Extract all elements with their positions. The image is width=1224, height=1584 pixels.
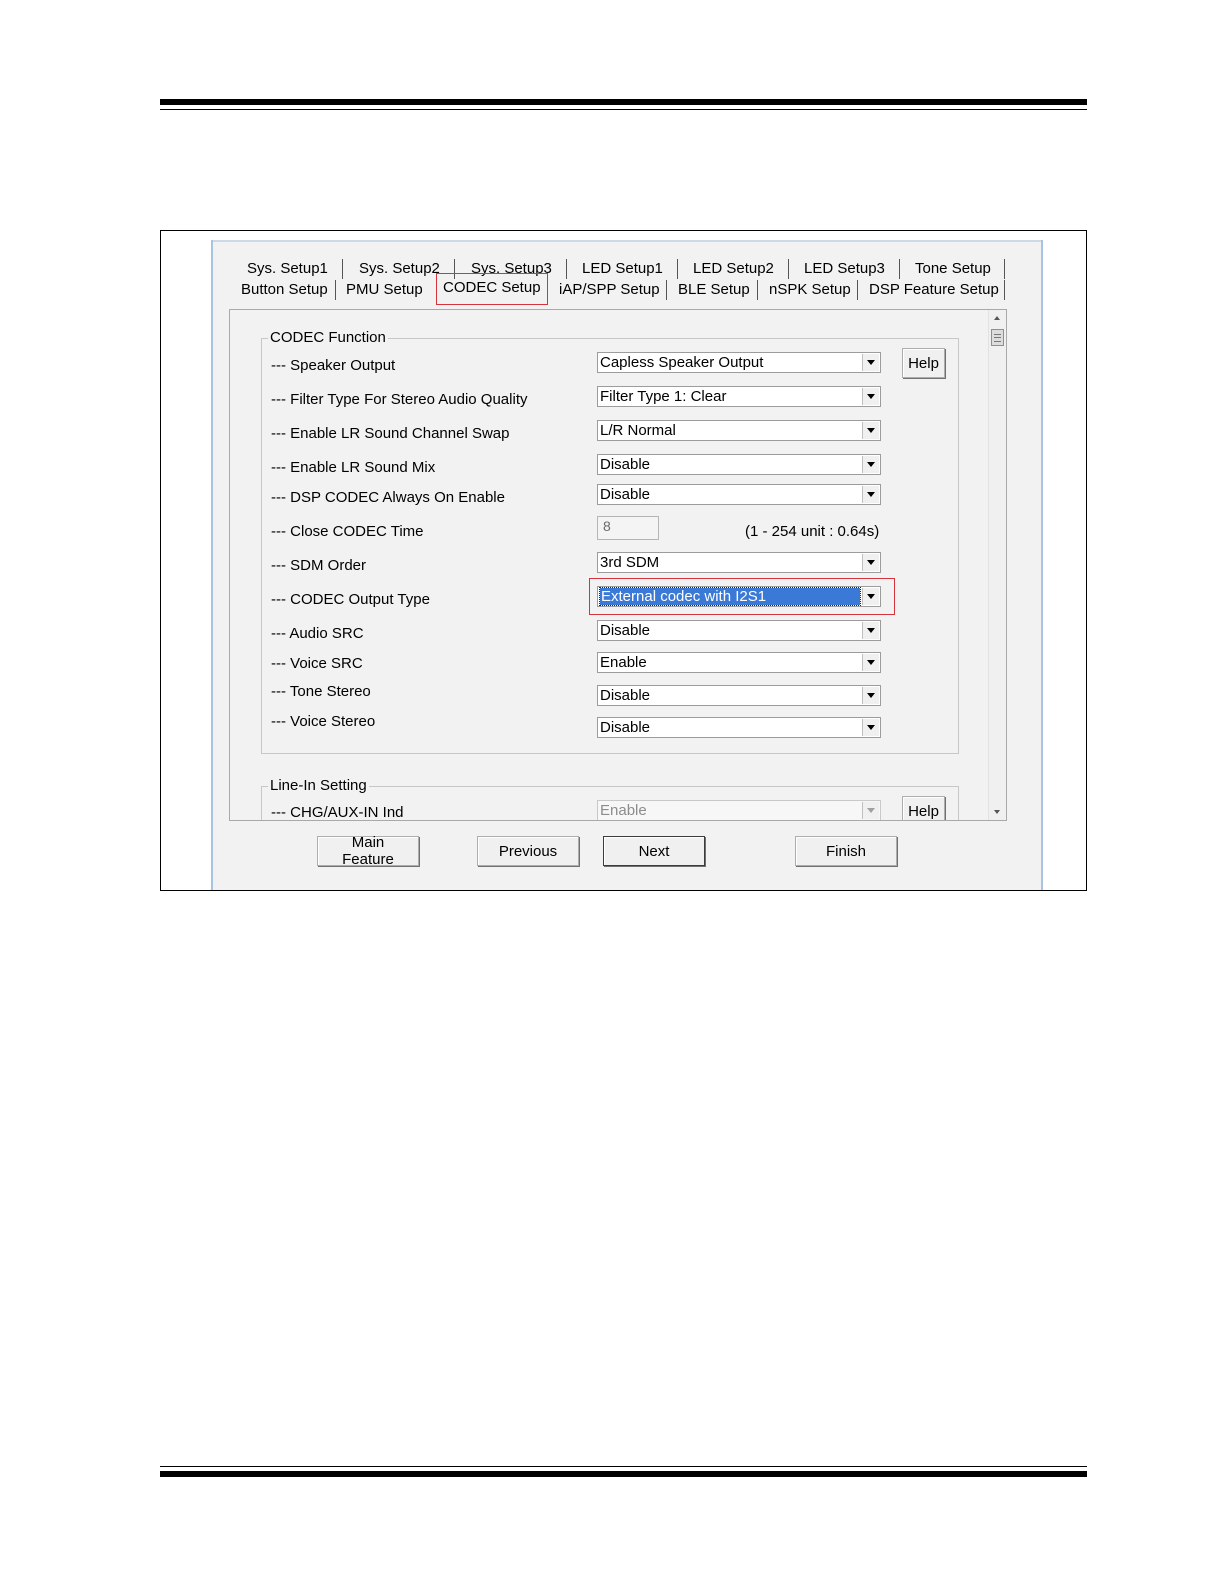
chevron-down-icon[interactable]	[862, 388, 879, 405]
figure-frame: Sys. Setup1 Sys. Setup2 Sys. Setup3 LED …	[160, 230, 1087, 891]
close-codec-time-label: --- Close CODEC Time	[271, 523, 424, 540]
close-codec-time-range: (1 - 254 unit : 0.64s)	[745, 523, 880, 540]
codec-output-type-label: --- CODEC Output Type	[271, 591, 430, 608]
tab-separator	[677, 259, 678, 279]
lr-mix-label: --- Enable LR Sound Mix	[271, 459, 436, 476]
chg-aux-in-ind-value: Enable	[600, 802, 647, 819]
audio-src-label: --- Audio SRC	[271, 625, 364, 642]
config-window: Sys. Setup1 Sys. Setup2 Sys. Setup3 LED …	[211, 240, 1043, 890]
chevron-down-icon[interactable]	[862, 486, 879, 503]
tab-separator	[566, 259, 567, 279]
dsp-codec-always-on-select[interactable]: Disable	[597, 484, 881, 505]
chevron-down-icon[interactable]	[862, 687, 879, 704]
chevron-down-icon	[862, 802, 879, 819]
chevron-down-icon[interactable]	[862, 456, 879, 473]
footer-rule-thick	[160, 1471, 1087, 1477]
main-feature-button[interactable]: Main Feature	[317, 834, 419, 868]
speaker-output-label: --- Speaker Output	[271, 357, 396, 374]
codec-function-title: CODEC Function	[268, 329, 388, 347]
tab-separator	[666, 280, 667, 300]
lr-swap-select[interactable]: L/R Normal	[597, 420, 881, 441]
lr-swap-value: L/R Normal	[600, 422, 676, 439]
speaker-output-value: Capless Speaker Output	[600, 354, 764, 371]
filter-type-select[interactable]: Filter Type 1: Clear	[597, 386, 881, 407]
tone-stereo-label: --- Tone Stereo	[271, 683, 371, 700]
chevron-down-icon[interactable]	[862, 588, 879, 605]
tone-stereo-value: Disable	[600, 687, 651, 704]
tab-separator	[788, 259, 789, 279]
chg-aux-in-ind-select[interactable]: Enable	[597, 800, 881, 820]
tab-separator	[342, 259, 343, 279]
tab-button-setup[interactable]: Button Setup	[241, 281, 328, 299]
vertical-scrollbar[interactable]	[988, 310, 1006, 820]
tab-separator	[335, 280, 336, 300]
tab-nspk-setup[interactable]: nSPK Setup	[769, 281, 851, 299]
tab-separator	[1004, 259, 1005, 279]
lr-swap-label: --- Enable LR Sound Channel Swap	[271, 425, 510, 442]
voice-src-select[interactable]: Enable	[597, 652, 881, 673]
sdm-order-value: 3rd SDM	[600, 554, 660, 571]
close-codec-time-value: 8	[603, 518, 611, 534]
tab-pmu-setup[interactable]: PMU Setup	[346, 281, 423, 299]
dsp-codec-always-on-label: --- DSP CODEC Always On Enable	[271, 489, 505, 506]
tab-codec-setup[interactable]: CODEC Setup	[443, 279, 541, 297]
lr-mix-value: Disable	[600, 456, 651, 473]
tab-led-setup2[interactable]: LED Setup2	[693, 260, 774, 278]
line-in-setting-title: Line-In Setting	[268, 777, 369, 795]
window-top-edge	[213, 240, 1041, 242]
tone-stereo-select[interactable]: Disable	[597, 685, 881, 706]
tab-iap-spp-setup[interactable]: iAP/SPP Setup	[559, 281, 660, 299]
codec-output-type-select[interactable]: External codec with I2S1	[597, 586, 881, 607]
header-rule-thin	[160, 109, 1087, 110]
chevron-down-icon[interactable]	[862, 719, 879, 736]
chevron-down-icon[interactable]	[862, 422, 879, 439]
voice-stereo-select[interactable]: Disable	[597, 717, 881, 738]
scroll-down-icon[interactable]	[989, 804, 1006, 820]
line-in-help-button[interactable]: Help	[902, 796, 945, 820]
tab-dsp-feature-setup[interactable]: DSP Feature Setup	[869, 281, 999, 299]
chevron-down-icon[interactable]	[862, 354, 879, 371]
chevron-down-icon[interactable]	[862, 622, 879, 639]
tab-tone-setup[interactable]: Tone Setup	[915, 260, 991, 278]
voice-stereo-label: --- Voice Stereo	[271, 713, 376, 730]
chg-aux-in-ind-label: --- CHG/AUX-IN Ind	[271, 804, 404, 821]
tab-sys-setup1[interactable]: Sys. Setup1	[247, 260, 328, 278]
finish-button[interactable]: Finish	[795, 836, 897, 866]
speaker-output-select[interactable]: Capless Speaker Output	[597, 352, 881, 373]
tab-separator	[757, 280, 758, 300]
tab-separator	[899, 259, 900, 279]
tab-ble-setup[interactable]: BLE Setup	[678, 281, 750, 299]
sdm-order-select[interactable]: 3rd SDM	[597, 552, 881, 573]
voice-src-value: Enable	[600, 654, 647, 671]
lr-mix-select[interactable]: Disable	[597, 454, 881, 475]
chevron-down-icon[interactable]	[862, 654, 879, 671]
audio-src-select[interactable]: Disable	[597, 620, 881, 641]
filter-type-value: Filter Type 1: Clear	[600, 388, 727, 405]
header-rule-thick	[160, 99, 1087, 105]
sdm-order-label: --- SDM Order	[271, 557, 366, 574]
tab-separator	[857, 280, 858, 300]
dsp-codec-always-on-value: Disable	[600, 486, 651, 503]
footer-rule-thin	[160, 1466, 1087, 1467]
settings-panel: CODEC Function Help --- Speaker Output C…	[229, 309, 1007, 821]
chevron-down-icon[interactable]	[862, 554, 879, 571]
close-codec-time-input[interactable]: 8	[597, 516, 659, 540]
tab-led-setup3[interactable]: LED Setup3	[804, 260, 885, 278]
voice-src-label: --- Voice SRC	[271, 655, 363, 672]
tab-sys-setup2[interactable]: Sys. Setup2	[359, 260, 440, 278]
audio-src-value: Disable	[600, 622, 651, 639]
codec-output-type-value: External codec with I2S1	[599, 587, 861, 606]
next-button[interactable]: Next	[603, 836, 705, 866]
voice-stereo-value: Disable	[600, 719, 651, 736]
tab-led-setup1[interactable]: LED Setup1	[582, 260, 663, 278]
codec-help-button[interactable]: Help	[902, 348, 945, 378]
previous-button[interactable]: Previous	[477, 836, 579, 866]
tab-separator	[1004, 280, 1005, 300]
scroll-up-icon[interactable]	[989, 310, 1006, 326]
filter-type-label: --- Filter Type For Stereo Audio Quality	[271, 391, 528, 408]
scroll-thumb[interactable]	[991, 329, 1004, 346]
